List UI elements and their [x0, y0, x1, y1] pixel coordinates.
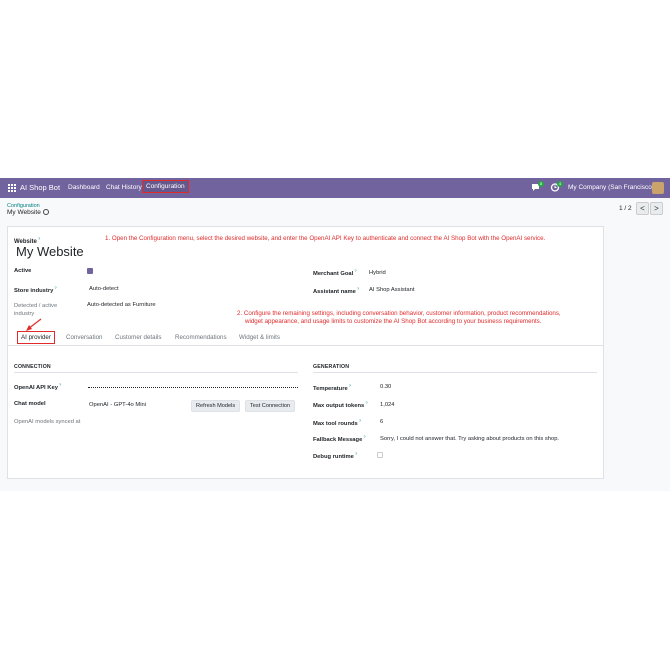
refresh-models-button[interactable]: Refresh Models — [191, 400, 241, 412]
max-output-tokens-label: Max output tokens ? — [313, 400, 368, 409]
api-key-input[interactable] — [88, 384, 298, 388]
active-label: Active — [14, 268, 32, 274]
temperature-label: Temperature ? — [313, 383, 352, 392]
app-brand[interactable]: AI Shop Bot — [20, 183, 60, 192]
tab-recommendations[interactable]: Recommendations — [175, 334, 227, 341]
fallback-message-input[interactable]: Sorry, I could not answer that. Try aski… — [380, 436, 559, 442]
website-field[interactable]: My Website — [16, 244, 84, 259]
detected-industry-value: Auto-detected as Furniture — [87, 302, 156, 308]
debug-runtime-checkbox[interactable] — [377, 452, 383, 458]
tab-ai-provider[interactable]: AI provider — [17, 331, 55, 344]
fallback-message-label: Fallback Message ? — [313, 434, 366, 443]
top-navbar: AI Shop Bot Dashboard Chat History Confi… — [0, 178, 670, 198]
menu-configuration[interactable]: Configuration — [142, 180, 189, 193]
company-switcher[interactable]: My Company (San Francisco) — [568, 184, 654, 191]
active-checkbox[interactable] — [87, 268, 93, 274]
temperature-input[interactable]: 0.30 — [380, 384, 391, 390]
record-title: My Website — [7, 209, 49, 216]
api-key-label: OpenAI API Key ? — [14, 382, 62, 391]
apps-grid-icon[interactable] — [8, 184, 16, 192]
tab-widget-limits[interactable]: Widget & limits — [239, 334, 280, 341]
generation-divider — [313, 372, 597, 373]
activity-badge: 4 — [557, 181, 563, 187]
avatar[interactable] — [652, 182, 664, 194]
store-industry-select[interactable]: Auto-detect — [89, 286, 119, 292]
models-synced-label: OpenAI models synced at — [14, 419, 81, 425]
merchant-goal-label: Merchant Goal ? — [313, 268, 357, 277]
debug-runtime-label: Debug runtime ? — [313, 451, 358, 460]
pager-value[interactable]: 1 / 2 — [619, 205, 632, 212]
connection-divider — [14, 372, 298, 373]
menu-chat-history[interactable]: Chat History — [106, 184, 142, 191]
merchant-goal-select[interactable]: Hybrid — [369, 270, 386, 276]
chat-badge: 8 — [538, 181, 544, 187]
test-connection-button[interactable]: Test Connection — [245, 400, 296, 412]
chat-model-label: Chat model — [14, 401, 46, 407]
assistant-name-label: Assistant name ? — [313, 286, 360, 295]
annotation-step-1: 1. Open the Configuration menu, select t… — [105, 235, 546, 242]
store-industry-label: Store industry ? — [14, 285, 57, 294]
tab-customer-details[interactable]: Customer details — [115, 334, 161, 341]
max-tool-rounds-input[interactable]: 6 — [380, 419, 383, 425]
detected-industry-label: Detected / active industry — [14, 303, 58, 317]
breadcrumb-current: My Website — [7, 209, 41, 216]
annotation-step-2-line-1: 2. Configure the remaining settings, inc… — [237, 310, 561, 317]
max-output-tokens-input[interactable]: 1,024 — [380, 402, 395, 408]
assistant-name-input[interactable]: AI Shop Assistant — [369, 287, 414, 293]
max-tool-rounds-label: Max tool rounds ? — [313, 418, 362, 427]
gear-icon[interactable] — [42, 209, 49, 215]
annotation-step-2-line-2: widget appearance, and usage limits to c… — [245, 318, 542, 325]
pager-next-button[interactable]: > — [650, 202, 663, 215]
menu-dashboard[interactable]: Dashboard — [68, 184, 100, 191]
tab-conversation[interactable]: Conversation — [66, 334, 102, 341]
connection-heading: CONNECTION — [14, 364, 51, 370]
chat-model-select[interactable]: OpenAI - GPT-4o Mini — [89, 402, 146, 408]
pager-prev-button[interactable]: < — [636, 202, 649, 215]
generation-heading: GENERATION — [313, 364, 350, 370]
